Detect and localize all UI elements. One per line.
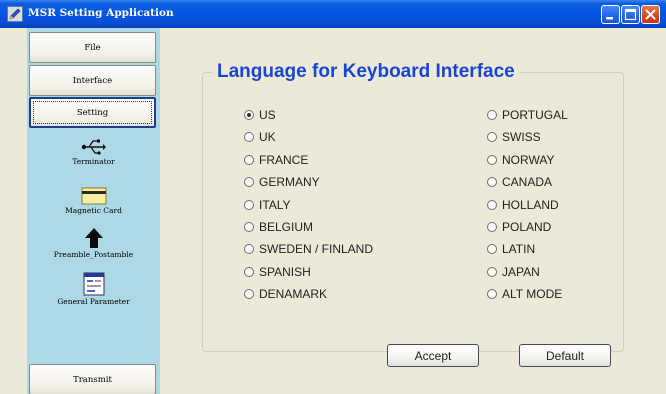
radio-button[interactable] bbox=[244, 289, 254, 300]
interface-button-label: Interface bbox=[72, 75, 113, 86]
close-button[interactable] bbox=[641, 5, 660, 24]
radio-button[interactable] bbox=[244, 244, 254, 255]
radio-label: SWEDEN / FINLAND bbox=[259, 242, 374, 257]
close-icon bbox=[645, 9, 656, 20]
transmit-button-label: Transmit bbox=[73, 374, 112, 385]
radio-option[interactable]: US bbox=[244, 108, 276, 122]
accept-button[interactable]: Accept bbox=[387, 344, 479, 367]
radio-button[interactable] bbox=[244, 110, 254, 120]
preamble-postamble-tool[interactable]: Preamble_Postamble bbox=[27, 227, 160, 259]
general-parameter-tool[interactable]: General Parameter bbox=[27, 272, 160, 306]
radio-option[interactable]: GERMANY bbox=[244, 175, 320, 189]
radio-label: US bbox=[259, 108, 276, 122]
title-bar[interactable]: MSR Setting Application bbox=[0, 0, 666, 28]
radio-option[interactable]: SWISS bbox=[487, 130, 541, 144]
magnetic-card-label: Magnetic Card bbox=[65, 206, 122, 215]
general-parameter-icon bbox=[83, 272, 104, 296]
radio-option[interactable]: SWEDEN / FINLAND bbox=[244, 242, 373, 256]
default-button-label: Default bbox=[545, 348, 585, 363]
radio-label: SWISS bbox=[502, 130, 541, 145]
radio-button[interactable] bbox=[244, 199, 254, 210]
radio-button[interactable] bbox=[244, 266, 254, 277]
radio-label: FRANCE bbox=[259, 152, 309, 167]
window-title: MSR Setting Application bbox=[28, 7, 174, 19]
radio-label: PORTUGAL bbox=[502, 108, 568, 122]
accept-button-label: Accept bbox=[414, 348, 452, 363]
default-button[interactable]: Default bbox=[519, 344, 611, 367]
general-parameter-label: General Parameter bbox=[57, 297, 130, 306]
radio-label: LATIN bbox=[502, 242, 536, 257]
radio-button[interactable] bbox=[487, 154, 497, 165]
radio-button[interactable] bbox=[487, 132, 497, 143]
file-button-label: File bbox=[84, 42, 101, 53]
radio-button[interactable] bbox=[244, 222, 254, 232]
file-button[interactable]: File bbox=[29, 32, 156, 63]
radio-label: JAPAN bbox=[502, 264, 540, 279]
magnetic-card-icon bbox=[81, 187, 106, 205]
radio-label: POLAND bbox=[502, 220, 552, 234]
radio-label: DENAMARK bbox=[259, 287, 328, 302]
radio-button[interactable] bbox=[244, 154, 254, 165]
radio-button[interactable] bbox=[487, 289, 497, 300]
radio-label: UK bbox=[259, 130, 276, 145]
terminator-label: Terminator bbox=[72, 157, 115, 166]
radio-label: ITALY bbox=[259, 197, 291, 212]
radio-option[interactable]: JAPAN bbox=[487, 265, 540, 279]
radio-label: SPANISH bbox=[259, 264, 311, 279]
minimize-button[interactable] bbox=[601, 5, 620, 24]
sidebar: File Interface Setting Terminator Magnet… bbox=[27, 28, 160, 394]
radio-button[interactable] bbox=[487, 244, 497, 255]
radio-button[interactable] bbox=[487, 222, 497, 232]
usb-icon bbox=[81, 139, 106, 155]
radio-button[interactable] bbox=[244, 177, 254, 188]
radio-option[interactable]: ALT MODE bbox=[487, 287, 562, 301]
app-window: MSR Setting Application File Interface S… bbox=[0, 0, 666, 394]
radio-option[interactable]: ITALY bbox=[244, 198, 291, 212]
minimize-icon bbox=[606, 17, 613, 20]
radio-button[interactable] bbox=[487, 266, 497, 277]
group-title: Language for Keyboard Interface bbox=[212, 61, 520, 83]
radio-option[interactable]: NORWAY bbox=[487, 153, 554, 167]
radio-label: BELGIUM bbox=[259, 220, 314, 234]
radio-option[interactable]: SPANISH bbox=[244, 265, 311, 279]
radio-option[interactable]: CANADA bbox=[487, 175, 552, 189]
radio-option[interactable]: FRANCE bbox=[244, 153, 308, 167]
preamble-postamble-label: Preamble_Postamble bbox=[53, 250, 134, 259]
magnetic-card-tool[interactable]: Magnetic Card bbox=[27, 187, 160, 215]
radio-button[interactable] bbox=[487, 177, 497, 188]
focus-ring bbox=[33, 101, 152, 124]
transmit-button[interactable]: Transmit bbox=[29, 364, 156, 394]
maximize-button[interactable] bbox=[621, 5, 640, 24]
app-pen-icon bbox=[7, 6, 23, 22]
radio-label: HOLLAND bbox=[502, 197, 559, 212]
radio-option[interactable]: POLAND bbox=[487, 220, 551, 234]
radio-label: NORWAY bbox=[502, 152, 555, 167]
radio-label: ALT MODE bbox=[502, 287, 563, 302]
setting-button[interactable]: Setting bbox=[29, 97, 156, 128]
radio-option[interactable]: LATIN bbox=[487, 242, 535, 256]
radio-option[interactable]: BELGIUM bbox=[244, 220, 313, 234]
radio-option[interactable]: UK bbox=[244, 130, 276, 144]
maximize-icon bbox=[624, 8, 637, 21]
radio-option[interactable]: PORTUGAL bbox=[487, 108, 568, 122]
radio-option[interactable]: DENAMARK bbox=[244, 287, 327, 301]
radio-button[interactable] bbox=[487, 199, 497, 210]
arrow-up-icon bbox=[84, 228, 103, 248]
terminator-tool[interactable]: Terminator bbox=[27, 138, 160, 166]
radio-button[interactable] bbox=[487, 110, 497, 120]
radio-label: GERMANY bbox=[259, 175, 320, 190]
radio-option[interactable]: HOLLAND bbox=[487, 198, 559, 212]
interface-button[interactable]: Interface bbox=[29, 65, 156, 96]
radio-button[interactable] bbox=[244, 132, 254, 143]
main-panel: Language for Keyboard Interface US UK FRAN… bbox=[160, 28, 666, 394]
radio-label: CANADA bbox=[502, 175, 553, 190]
